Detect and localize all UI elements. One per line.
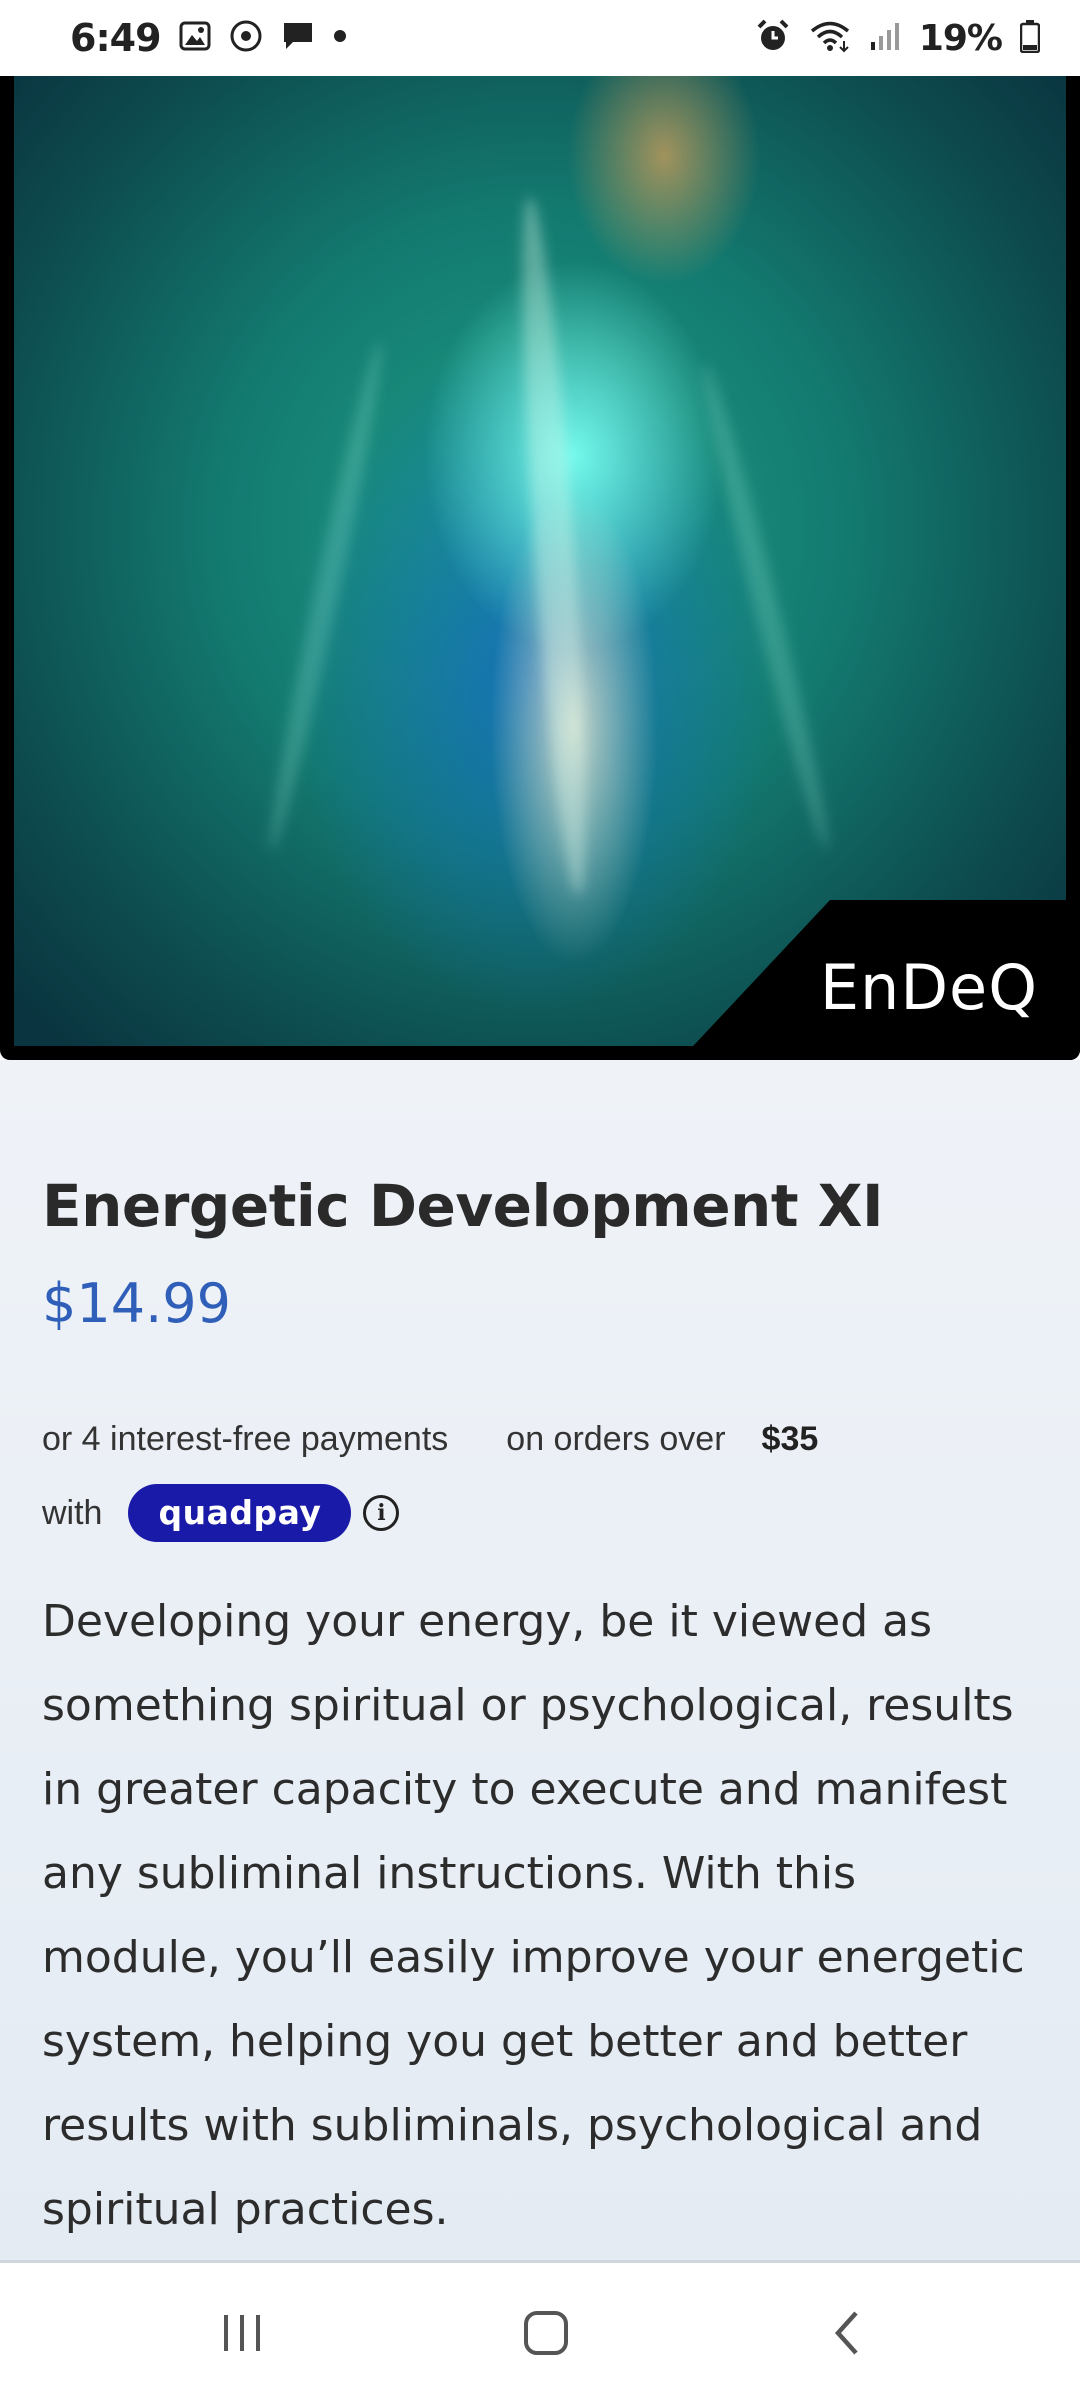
home-icon[interactable] bbox=[506, 2303, 586, 2363]
battery-icon bbox=[1019, 19, 1041, 58]
system-nav-bar bbox=[0, 2260, 1080, 2400]
light-streak bbox=[509, 195, 599, 897]
brand-logo-text: EnDeQ bbox=[819, 951, 1038, 1024]
product-details: Energetic Development XI $14.99 or 4 int… bbox=[0, 1060, 1080, 2260]
threshold-amount: $35 bbox=[761, 1420, 819, 1458]
with-label: with bbox=[42, 1493, 103, 1532]
signal-icon bbox=[869, 20, 901, 57]
image-icon bbox=[179, 21, 211, 56]
orders-over-text: on orders over bbox=[506, 1420, 726, 1458]
installment-text: or 4 interest-free payments bbox=[42, 1420, 449, 1458]
status-bar: 6:49 19% bbox=[0, 0, 1080, 76]
status-right: 19% bbox=[755, 17, 1041, 59]
recents-icon[interactable] bbox=[202, 2303, 282, 2363]
info-icon[interactable]: i bbox=[363, 1495, 400, 1531]
message-icon bbox=[281, 20, 315, 57]
battery-percent: 19% bbox=[918, 17, 1003, 59]
installment-info: or 4 interest-free payments on orders ov… bbox=[42, 1420, 818, 1459]
product-title: Energetic Development XI bbox=[42, 1172, 884, 1240]
quadpay-badge[interactable]: quadpay bbox=[128, 1484, 352, 1542]
product-description: Developing your energy, be it viewed as … bbox=[42, 1596, 1025, 2235]
light-streak bbox=[260, 339, 392, 853]
back-icon[interactable] bbox=[808, 2303, 888, 2363]
product-image[interactable]: EnDeQ bbox=[0, 76, 1080, 1060]
dot-icon bbox=[333, 29, 347, 48]
alarm-icon bbox=[755, 18, 791, 59]
status-time: 6:49 bbox=[70, 16, 162, 60]
light-streak bbox=[693, 360, 839, 852]
installment-provider-row: with quadpay i bbox=[42, 1484, 400, 1542]
status-left: 6:49 bbox=[70, 16, 347, 60]
product-price: $14.99 bbox=[42, 1272, 231, 1335]
circle-dot-icon bbox=[229, 19, 263, 58]
wifi-icon bbox=[809, 19, 851, 58]
